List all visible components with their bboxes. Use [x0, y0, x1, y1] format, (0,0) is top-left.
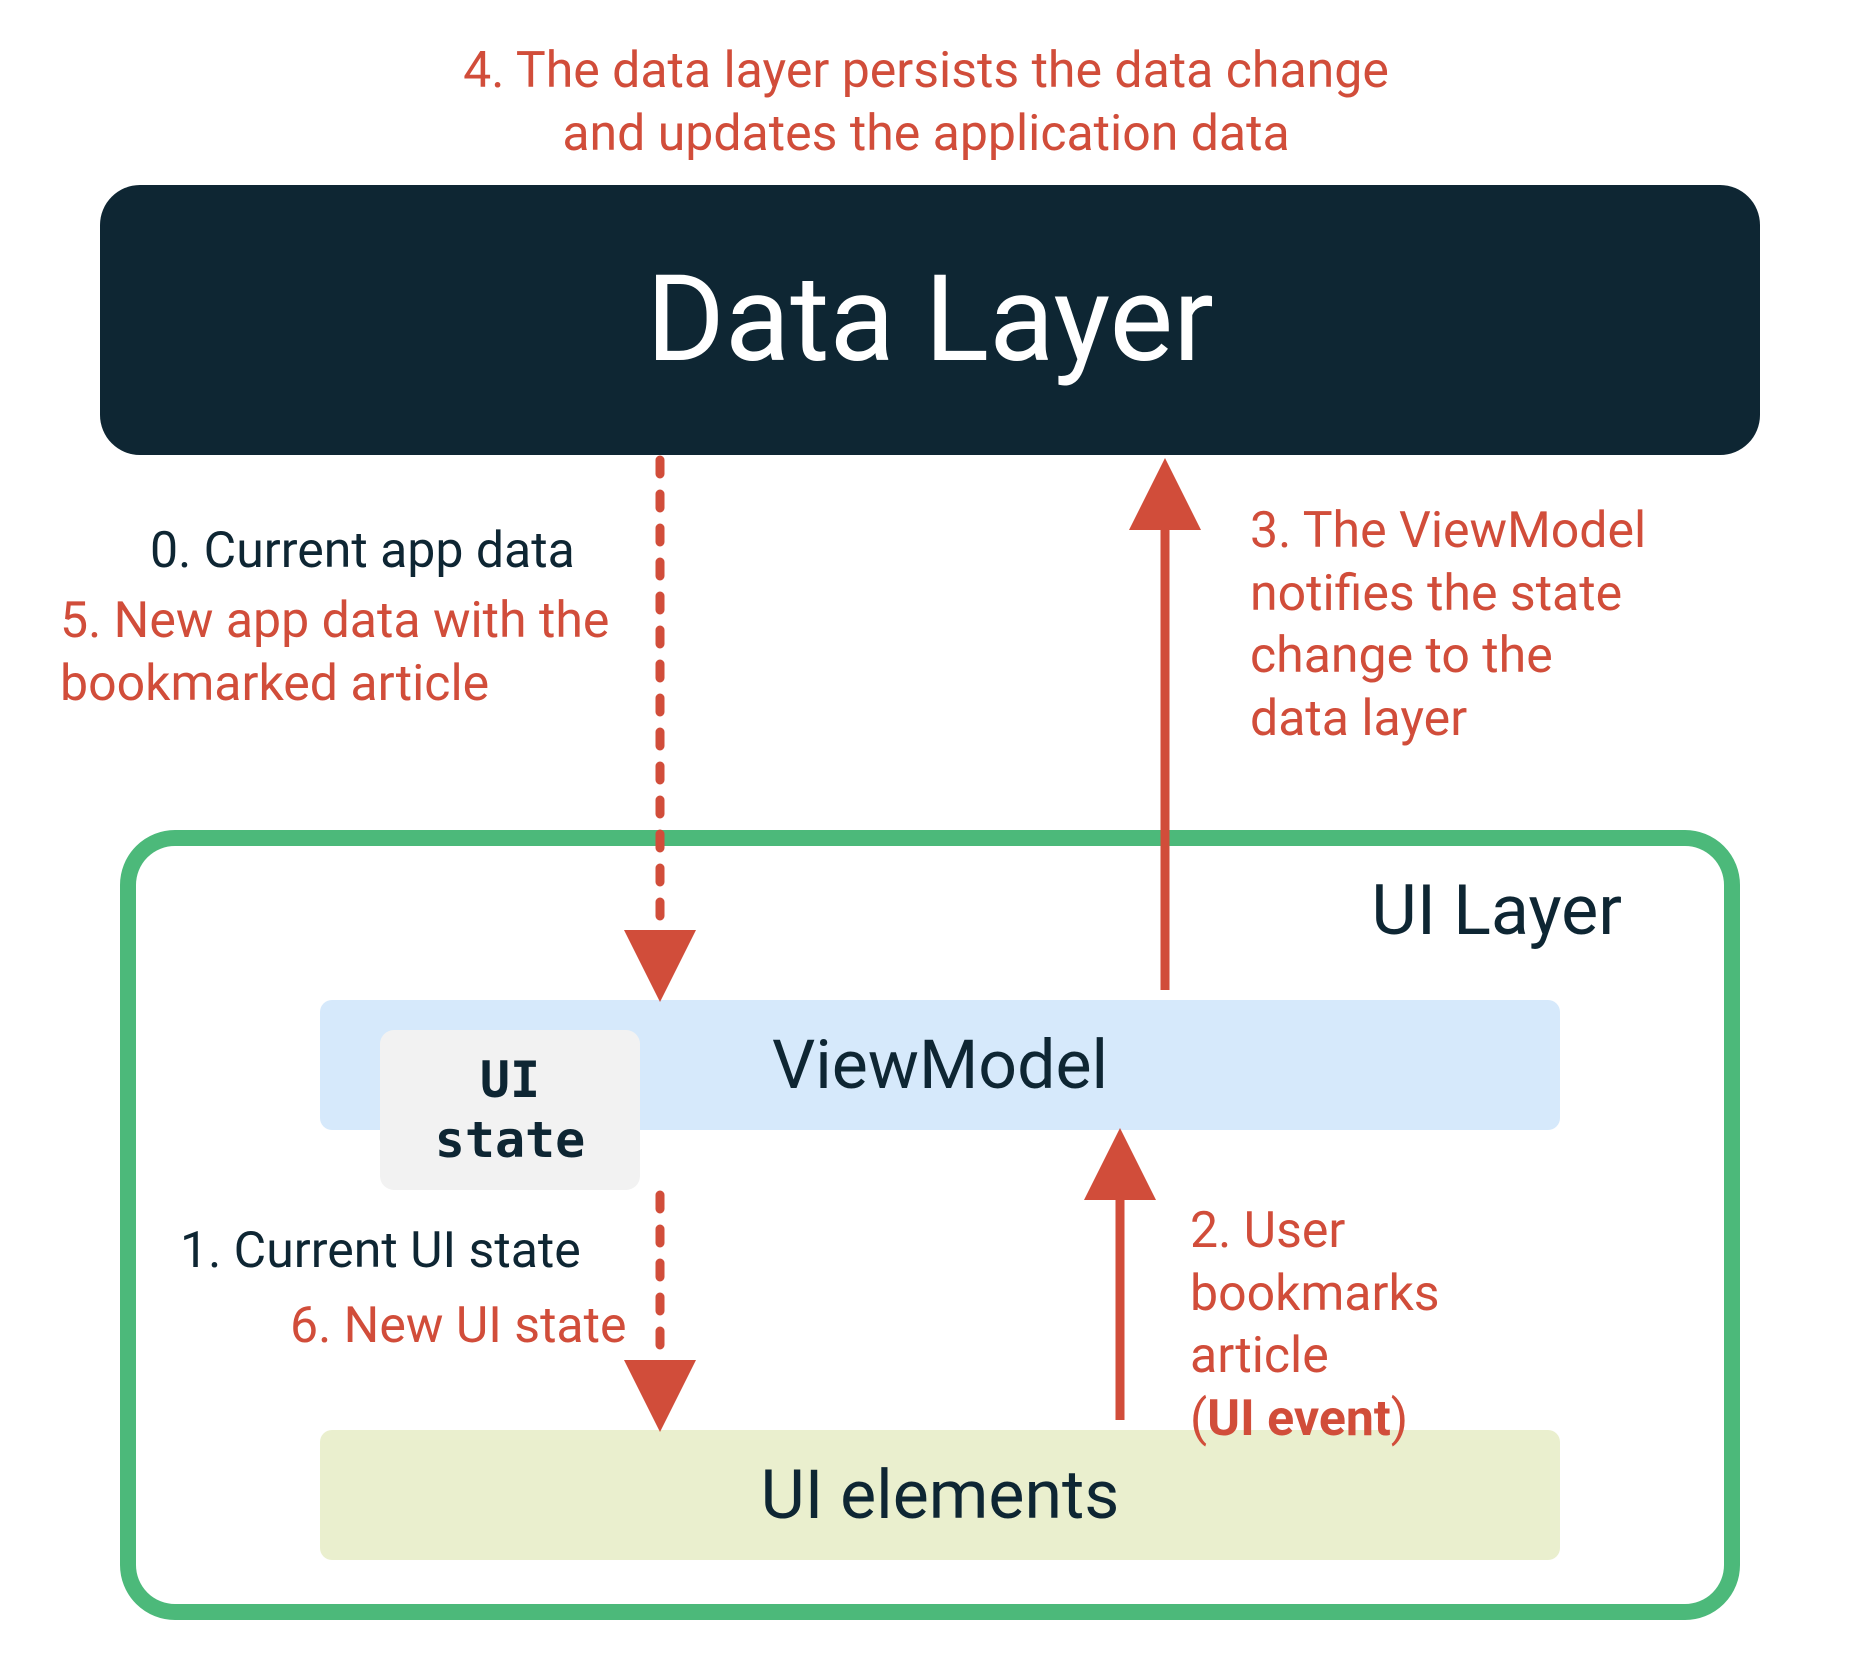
ui-elements-label: UI elements [761, 1455, 1120, 1535]
data-layer-box: Data Layer [100, 185, 1760, 455]
ui-state-box: UI state [380, 1030, 640, 1190]
step6-label: 6. New UI state [290, 1295, 627, 1358]
step4-line2: and updates the application data [562, 105, 1289, 163]
step3-label: 3. The ViewModel notifies the state chan… [1250, 500, 1790, 750]
ui-layer-title: UI Layer [1371, 870, 1622, 952]
data-layer-label: Data Layer [646, 250, 1214, 390]
step0-label: 0. Current app data [150, 520, 575, 583]
viewmodel-label: ViewModel [772, 1025, 1108, 1105]
step1-label: 1. Current UI state [180, 1220, 581, 1283]
step2-label: 2. User bookmarks article (UI event) [1190, 1200, 1570, 1450]
ui-state-label: UI state [435, 1050, 586, 1170]
step5-label: 5. New app data with the bookmarked arti… [60, 590, 660, 715]
step4-line1: 4. The data layer persists the data chan… [463, 42, 1389, 100]
step4-caption: 4. The data layer persists the data chan… [0, 40, 1852, 165]
